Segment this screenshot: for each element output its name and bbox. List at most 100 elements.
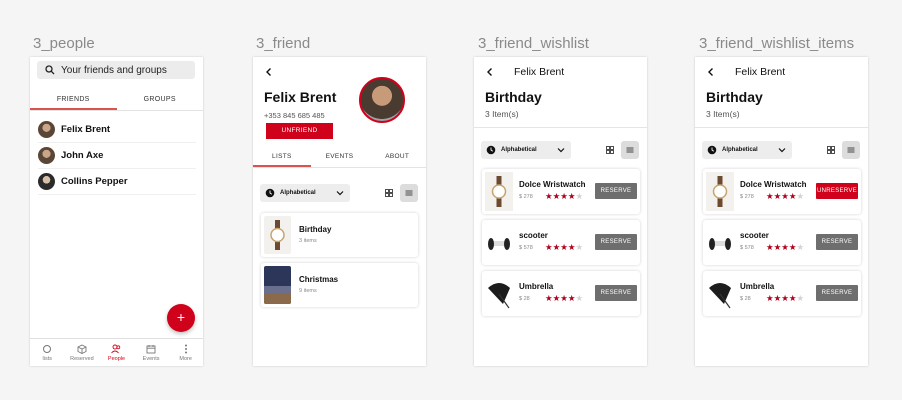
nav-item-more[interactable]: More bbox=[168, 339, 203, 366]
screen-wishlist-items: Felix Brent Birthday 3 Item(s) Alphabeti… bbox=[695, 57, 868, 366]
tab-groups[interactable]: GROUPS bbox=[117, 91, 204, 110]
item-name: Dolce Wristwatch bbox=[519, 180, 586, 189]
item-price: $ 278 bbox=[740, 194, 754, 200]
item-name: Umbrella bbox=[519, 282, 554, 291]
grid-view-button[interactable] bbox=[822, 141, 840, 159]
reserve-button[interactable]: RESERVE bbox=[595, 183, 637, 199]
back-arrow-icon[interactable] bbox=[264, 67, 274, 77]
search-placeholder: Your friends and groups bbox=[61, 64, 167, 76]
sort-label: Alphabetical bbox=[501, 147, 537, 153]
chevron-down-icon bbox=[557, 148, 565, 153]
list-item[interactable]: Collins Pepper bbox=[38, 169, 196, 195]
back-arrow-icon[interactable] bbox=[706, 67, 716, 77]
box-icon bbox=[77, 343, 87, 354]
wishlist-item[interactable]: scooter $ 578 ★★★★★ RESERVE bbox=[703, 220, 861, 265]
sort-row: Alphabetical bbox=[260, 184, 418, 204]
reserve-button[interactable]: RESERVE bbox=[816, 234, 858, 250]
watch-image bbox=[264, 216, 291, 254]
list-view-button[interactable] bbox=[621, 141, 639, 159]
view-toggle bbox=[380, 184, 418, 202]
wishlist-item[interactable]: scooter $ 578 ★★★★★ RESERVE bbox=[482, 220, 640, 265]
list-item[interactable]: Felix Brent bbox=[38, 117, 196, 143]
grid-view-button[interactable] bbox=[380, 184, 398, 202]
wishlist-card-birthday[interactable]: Birthday 3 items bbox=[261, 213, 418, 257]
list-view-button[interactable] bbox=[842, 141, 860, 159]
frame-title-wishlist: 3_friend_wishlist bbox=[478, 35, 589, 52]
item-price: $ 578 bbox=[740, 245, 754, 251]
wishlist-title: Birthday bbox=[706, 89, 763, 105]
unreserve-button[interactable]: UNRESERVE bbox=[816, 183, 858, 199]
grid-view-icon bbox=[606, 146, 614, 154]
frame-title-friend: 3_friend bbox=[256, 35, 311, 52]
nav-item-people[interactable]: People bbox=[99, 339, 134, 366]
clock-icon bbox=[486, 145, 496, 155]
sort-label: Alphabetical bbox=[280, 190, 316, 196]
frame-title-wishlist-items: 3_friend_wishlist_items bbox=[699, 35, 855, 52]
sort-dropdown[interactable]: Alphabetical bbox=[481, 141, 571, 159]
wishlist-name: Birthday bbox=[299, 225, 332, 234]
friend-name: Felix Brent bbox=[61, 124, 111, 135]
item-count: 3 Item(s) bbox=[485, 109, 519, 119]
sort-dropdown[interactable]: Alphabetical bbox=[260, 184, 350, 202]
nav-item-events[interactable]: Events bbox=[134, 339, 169, 366]
item-name: scooter bbox=[519, 231, 548, 240]
wishlist-item[interactable]: Dolce Wristwatch $ 278 ★★★★★ UNRESERVE bbox=[703, 169, 861, 214]
people-tabs: FRIENDS GROUPS bbox=[30, 91, 203, 111]
reserve-button[interactable]: RESERVE bbox=[595, 285, 637, 301]
bottom-nav: lists Reserved People Events More bbox=[30, 338, 203, 366]
friend-name: Felix Brent bbox=[264, 89, 337, 105]
watch-image bbox=[706, 172, 734, 211]
scooter-image bbox=[706, 223, 734, 262]
tab-events[interactable]: EVENTS bbox=[311, 148, 369, 167]
grid-view-button[interactable] bbox=[601, 141, 619, 159]
item-price: $ 578 bbox=[519, 245, 533, 251]
friend-name: Collins Pepper bbox=[61, 176, 128, 187]
wishlist-title: Birthday bbox=[485, 89, 542, 105]
unfriend-button[interactable]: UNFRIEND bbox=[266, 123, 333, 139]
nav-item-lists[interactable]: lists bbox=[30, 339, 65, 366]
view-toggle bbox=[601, 141, 639, 159]
friend-name: John Axe bbox=[61, 150, 104, 161]
list-view-button[interactable] bbox=[400, 184, 418, 202]
list-item[interactable]: John Axe bbox=[38, 143, 196, 169]
calendar-icon bbox=[146, 344, 156, 353]
tab-about[interactable]: ABOUT bbox=[368, 148, 426, 167]
nav-item-reserved[interactable]: Reserved bbox=[65, 339, 100, 366]
grid-view-icon bbox=[827, 146, 835, 154]
nav-label: Reserved bbox=[70, 355, 94, 362]
clock-icon bbox=[707, 145, 717, 155]
tab-lists[interactable]: LISTS bbox=[253, 148, 311, 167]
list-view-icon bbox=[626, 147, 634, 153]
tab-friends[interactable]: FRIENDS bbox=[30, 91, 117, 110]
nav-label: More bbox=[179, 355, 192, 362]
rating-stars: ★★★★★ bbox=[766, 242, 805, 252]
list-view-icon bbox=[847, 147, 855, 153]
item-name: Dolce Wristwatch bbox=[740, 180, 807, 189]
divider bbox=[474, 127, 647, 128]
reserve-button[interactable]: RESERVE bbox=[595, 234, 637, 250]
chevron-down-icon bbox=[336, 191, 344, 196]
back-arrow-icon[interactable] bbox=[485, 67, 495, 77]
watch-image bbox=[485, 172, 513, 211]
avatar bbox=[359, 77, 405, 123]
rating-stars: ★★★★★ bbox=[545, 293, 584, 303]
christmas-image bbox=[264, 266, 291, 304]
nav-label: Events bbox=[142, 355, 160, 362]
wishlist-item[interactable]: Umbrella $ 28 ★★★★★ RESERVE bbox=[482, 271, 640, 316]
item-price: $ 28 bbox=[519, 296, 530, 302]
frame-title-people: 3_people bbox=[33, 35, 95, 52]
friend-phone: +353 845 685 485 bbox=[264, 111, 325, 120]
avatar bbox=[38, 147, 55, 164]
reserve-button[interactable]: RESERVE bbox=[816, 285, 858, 301]
wishlist-item[interactable]: Dolce Wristwatch $ 278 ★★★★★ RESERVE bbox=[482, 169, 640, 214]
sort-label: Alphabetical bbox=[722, 147, 758, 153]
wishlist-item[interactable]: Umbrella $ 28 ★★★★★ RESERVE bbox=[703, 271, 861, 316]
friends-list: Felix Brent John Axe Collins Pepper bbox=[38, 117, 196, 195]
chevron-down-icon bbox=[778, 148, 786, 153]
umbrella-image bbox=[706, 274, 734, 313]
search-input[interactable]: Your friends and groups bbox=[37, 61, 195, 79]
sort-dropdown[interactable]: Alphabetical bbox=[702, 141, 792, 159]
wishlist-card-christmas[interactable]: Christmas 9 items bbox=[261, 263, 418, 307]
add-friend-button[interactable]: + bbox=[167, 304, 195, 332]
list-view-icon bbox=[405, 190, 413, 196]
